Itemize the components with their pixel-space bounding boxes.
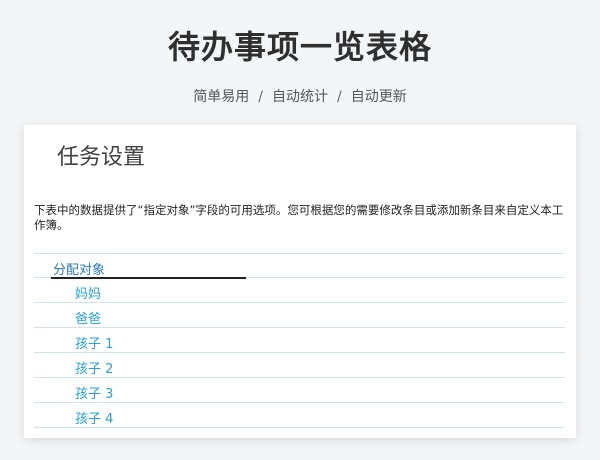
subtitle-item-auto-update: 自动更新 [350, 89, 407, 105]
table-cell: 爸爸 [75, 312, 102, 327]
sheet-card: 任务设置 下表中的数据提供了“指定对象”字段的可用选项。您可根据您的需要修改条目… [24, 125, 576, 438]
assignee-table: 分配对象 妈妈 爸爸 孩子 1 孩子 2 孩子 3 孩子 4 [34, 253, 565, 428]
subtitle-separator: / [258, 89, 263, 105]
table-row[interactable]: 爸爸 [34, 303, 565, 328]
table-cell: 妈妈 [75, 287, 102, 302]
table-cell: 孩子 3 [75, 387, 114, 402]
table-row[interactable]: 孩子 1 [34, 328, 565, 353]
page-title: 待办事项一览表格 [167, 28, 432, 66]
subtitle-item-easy: 简单易用 [193, 89, 250, 105]
table-cell: 孩子 2 [75, 362, 114, 377]
table-header-assignee: 分配对象 [53, 263, 106, 278]
table-row[interactable]: 孩子 3 [34, 378, 565, 403]
subtitle-separator: / [337, 89, 342, 105]
sheet-description: 下表中的数据提供了“指定对象”字段的可用选项。您可根据您的需要修改条目或添加新条… [34, 203, 564, 232]
table-header-row[interactable]: 分配对象 [34, 253, 565, 279]
table-cell: 孩子 4 [75, 412, 114, 427]
table-row[interactable]: 妈妈 [34, 278, 565, 303]
subtitle-item-auto-stats: 自动统计 [272, 89, 328, 105]
page-subtitle: 简单易用 / 自动统计 / 自动更新 [0, 86, 600, 106]
table-row[interactable]: 孩子 4 [34, 403, 565, 428]
table-row[interactable]: 孩子 2 [34, 353, 565, 378]
table-cell: 孩子 1 [75, 337, 114, 352]
sheet-title: 任务设置 [57, 145, 146, 170]
